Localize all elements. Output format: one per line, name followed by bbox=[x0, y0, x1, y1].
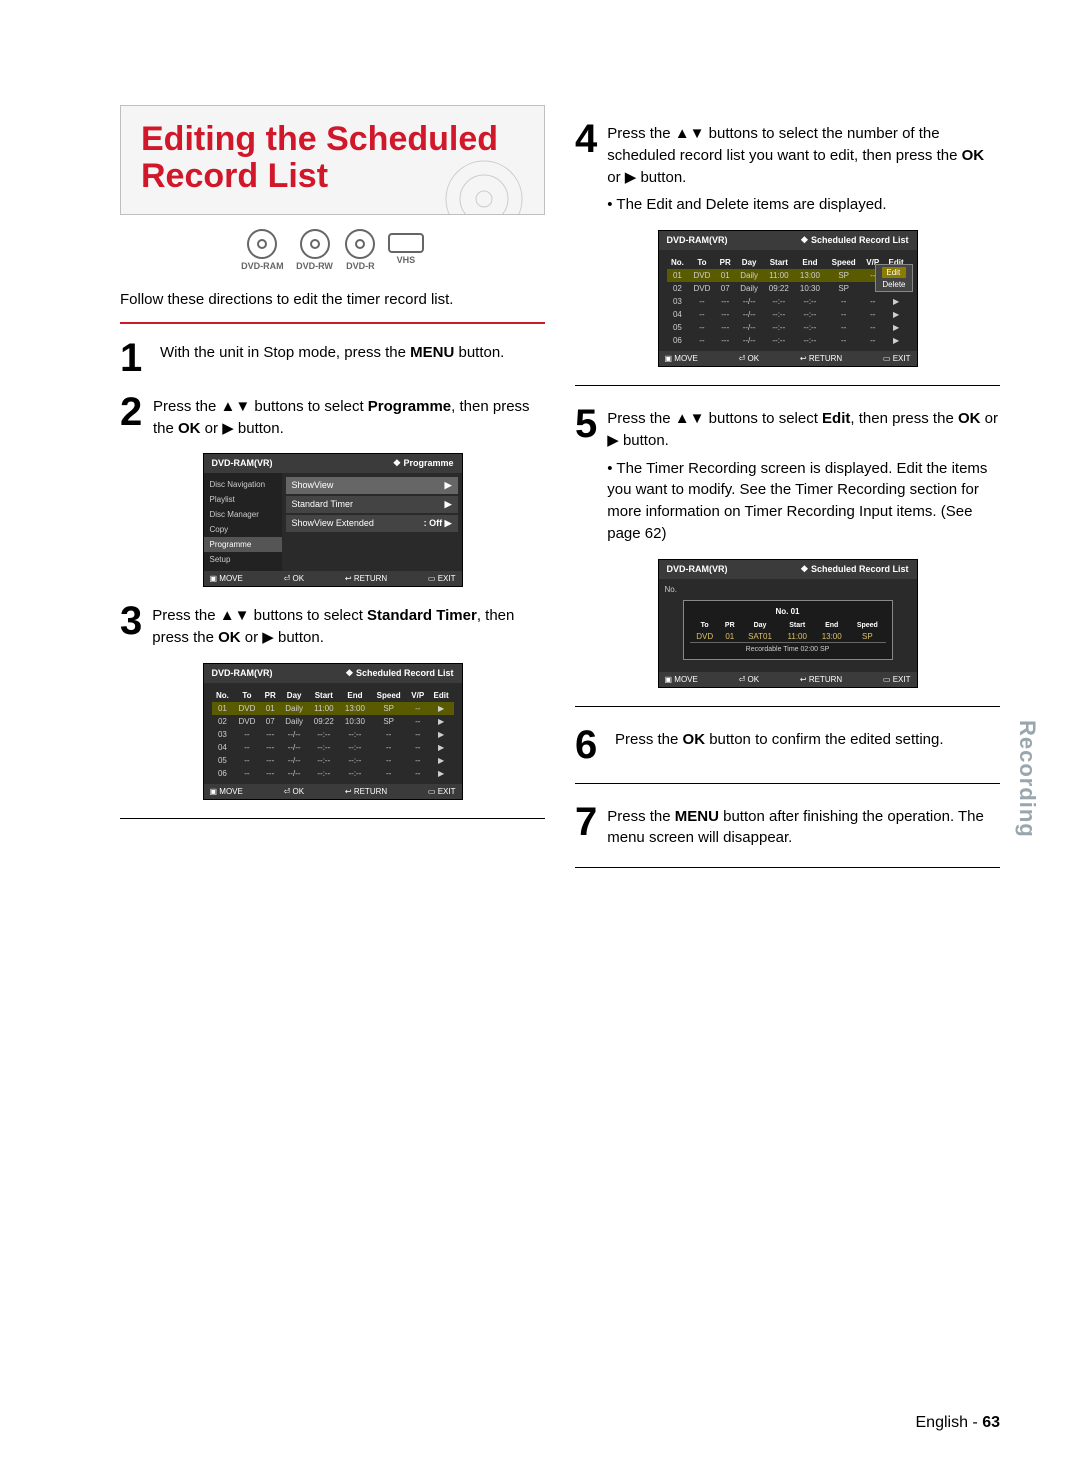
section-tab-recording: Recording bbox=[1014, 720, 1040, 838]
opt-standard-timer[interactable]: Standard Timer▶ bbox=[286, 496, 458, 513]
intro-text: Follow these directions to edit the time… bbox=[120, 289, 545, 310]
table-header-row: No.ToPRDayStartEndSpeedV/PEdit bbox=[212, 689, 454, 702]
edit-start-field[interactable]: 11:00 bbox=[780, 631, 814, 643]
screen-hints: ▣ MOVE⏎ OK↩ RETURN▭ EXIT bbox=[659, 351, 917, 366]
step-number: 4 bbox=[575, 119, 597, 216]
screen-hints: ▣ MOVE⏎ OK↩ RETURN▭ EXIT bbox=[204, 784, 462, 799]
options-column: ShowView▶ Standard Timer▶ ShowView Exten… bbox=[282, 473, 462, 571]
edit-to-field[interactable]: DVD bbox=[690, 631, 720, 643]
edit-pr-field[interactable]: 01 bbox=[720, 631, 740, 643]
step-number: 6 bbox=[575, 725, 605, 765]
record-table: No.ToPRDayStartEndSpeedV/PEdit 01DVD01Da… bbox=[667, 256, 909, 347]
media-badges: DVD-RAM DVD-RW DVD-R VHS bbox=[120, 229, 545, 271]
table-row[interactable]: 01DVD01Daily11:0013:00SP-- bbox=[667, 269, 909, 282]
badge-dvd-rw: DVD-RW bbox=[296, 229, 333, 271]
footer-language: English - bbox=[916, 1414, 983, 1431]
edit-entry-box: No. 01 ToPRDayStartEndSpeed DVD 01 SAT01… bbox=[683, 600, 893, 660]
footer-page-number: 63 bbox=[982, 1414, 1000, 1431]
badge-vhs: VHS bbox=[388, 229, 424, 265]
nav-disc-navigation[interactable]: Disc Navigation bbox=[204, 477, 282, 492]
edit-entry-title: No. 01 bbox=[690, 607, 886, 616]
step-3: 3 Press the ▲▼ buttons to select Standar… bbox=[120, 601, 545, 649]
screen-hints: ▣ MOVE⏎ OK↩ RETURN▭ EXIT bbox=[204, 571, 462, 586]
edit-delete-popup: Edit Delete bbox=[875, 264, 912, 292]
popup-edit[interactable]: Edit bbox=[882, 267, 905, 278]
popup-delete[interactable]: Delete bbox=[882, 280, 905, 289]
nav-disc-manager[interactable]: Disc Manager bbox=[204, 507, 282, 522]
nav-setup[interactable]: Setup bbox=[204, 552, 282, 567]
table-row[interactable]: 01DVD01Daily11:0013:00SP--▶ bbox=[212, 702, 454, 715]
table-row[interactable]: 06-------/----:----:------▶ bbox=[212, 767, 454, 780]
table-row[interactable]: 05-------/----:----:------▶ bbox=[667, 321, 909, 334]
step-2: 2 Press the ▲▼ buttons to select Program… bbox=[120, 392, 545, 440]
step-5: 5 Press the ▲▼ buttons to select Edit, t… bbox=[575, 404, 1000, 545]
screen-hints: ▣ MOVE⏎ OK↩ RETURN▭ EXIT bbox=[659, 672, 917, 687]
table-row[interactable]: 06-------/----:----:------▶ bbox=[667, 334, 909, 347]
nav-column: Disc Navigation Playlist Disc Manager Co… bbox=[204, 473, 282, 571]
screen-header: DVD-RAM(VR) bbox=[212, 668, 273, 679]
edit-day-field[interactable]: SAT01 bbox=[740, 631, 780, 643]
badge-dvd-ram: DVD-RAM bbox=[241, 229, 284, 271]
step-6: 6 Press the OK button to confirm the edi… bbox=[575, 725, 1000, 765]
divider bbox=[575, 783, 1000, 784]
nav-programme[interactable]: Programme bbox=[204, 537, 282, 552]
step-number: 1 bbox=[120, 338, 150, 378]
opt-showview[interactable]: ShowView▶ bbox=[286, 477, 458, 494]
screen-record-list-popup: DVD-RAM(VR)❖ Scheduled Record List No.To… bbox=[658, 230, 918, 367]
screen-programme-menu: DVD-RAM(VR) ❖ Programme Disc Navigation P… bbox=[203, 453, 463, 587]
table-row[interactable]: 03-------/----:----:------▶ bbox=[667, 295, 909, 308]
step-1: 1 With the unit in Stop mode, press the … bbox=[120, 338, 545, 378]
opt-showview-extended[interactable]: ShowView Extended: Off ▶ bbox=[286, 515, 458, 532]
screen-subtitle: ❖ Programme bbox=[393, 458, 454, 469]
table-row[interactable]: 04-------/----:----:------▶ bbox=[212, 741, 454, 754]
step-number: 2 bbox=[120, 392, 143, 440]
nav-copy[interactable]: Copy bbox=[204, 522, 282, 537]
record-table: No.ToPRDayStartEndSpeedV/PEdit 01DVD01Da… bbox=[212, 689, 454, 780]
step-number: 5 bbox=[575, 404, 597, 545]
screen-record-list: DVD-RAM(VR) ❖ Scheduled Record List No.To… bbox=[203, 663, 463, 800]
edit-speed-field[interactable]: SP bbox=[849, 631, 885, 643]
table-row[interactable]: 03-------/----:----:------▶ bbox=[212, 728, 454, 741]
edit-end-field[interactable]: 13:00 bbox=[814, 631, 849, 643]
divider bbox=[120, 818, 545, 819]
page-footer: English - 63 bbox=[0, 1414, 1000, 1432]
table-row[interactable]: 02DVD07Daily09:2210:30SP bbox=[667, 282, 909, 295]
screen-header: DVD-RAM(VR) bbox=[212, 458, 273, 469]
divider bbox=[575, 867, 1000, 868]
bullet-text: The Edit and Delete items are displayed. bbox=[607, 194, 1000, 216]
step-bold: MENU bbox=[410, 344, 454, 361]
step-7: 7 Press the MENU button after finishing … bbox=[575, 802, 1000, 850]
step-number: 3 bbox=[120, 601, 142, 649]
badge-dvd-r: DVD-R bbox=[345, 229, 375, 271]
nav-playlist[interactable]: Playlist bbox=[204, 492, 282, 507]
step-text: With the unit in Stop mode, press the bbox=[160, 344, 410, 361]
table-row[interactable]: 04-------/----:----:------▶ bbox=[667, 308, 909, 321]
bullet-text: The Timer Recording screen is displayed.… bbox=[607, 458, 1000, 545]
screen-edit-entry: DVD-RAM(VR)❖ Scheduled Record List No. N… bbox=[658, 559, 918, 688]
table-row[interactable]: 02DVD07Daily09:2210:30SP--▶ bbox=[212, 715, 454, 728]
step-4: 4 Press the ▲▼ buttons to select the num… bbox=[575, 119, 1000, 216]
title-box: Editing the Scheduled Record List bbox=[120, 105, 545, 215]
decorative-rings bbox=[444, 159, 524, 215]
table-row[interactable]: 05-------/----:----:------▶ bbox=[212, 754, 454, 767]
recordable-time: Recordable Time 02:00 SP bbox=[690, 646, 886, 653]
divider bbox=[575, 706, 1000, 707]
step-number: 7 bbox=[575, 802, 597, 850]
divider-red bbox=[120, 322, 545, 324]
divider bbox=[575, 385, 1000, 386]
screen-subtitle: ❖ Scheduled Record List bbox=[345, 668, 453, 679]
